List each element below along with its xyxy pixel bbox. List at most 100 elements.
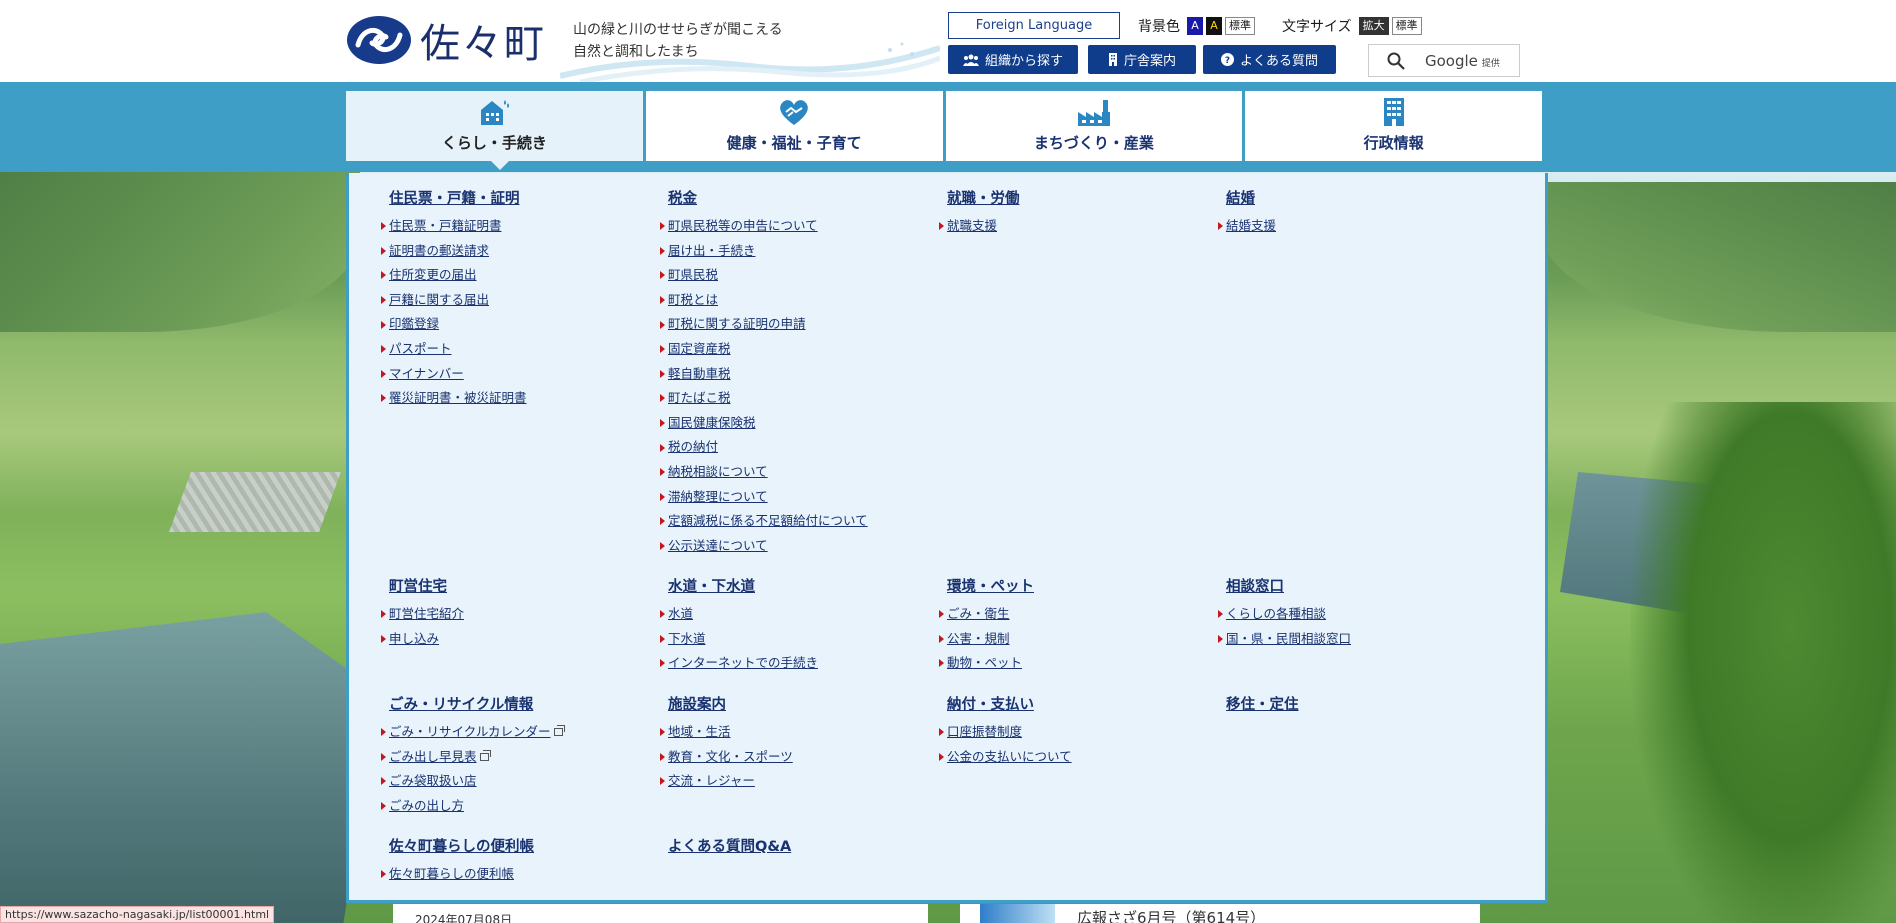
menu-link-text[interactable]: 国民健康保険税: [668, 411, 756, 436]
site-logo[interactable]: 佐々町: [346, 14, 568, 67]
menu-link[interactable]: 住民票・戸籍証明書: [381, 214, 651, 239]
menu-link[interactable]: 町税とは: [660, 288, 930, 313]
menu-link-text[interactable]: パスポート: [389, 337, 452, 362]
menu-link-text[interactable]: マイナンバー: [389, 362, 464, 387]
menu-link-text[interactable]: 住民票・戸籍証明書: [389, 214, 502, 239]
gnav-tab-admin[interactable]: 行政情報: [1245, 91, 1542, 161]
menu-link[interactable]: 公害・規制: [939, 627, 1209, 652]
menu-link-text[interactable]: 公金の支払いについて: [947, 745, 1072, 770]
menu-link-text[interactable]: 定額減税に係る不足額給付について: [668, 509, 868, 534]
font-standard-button[interactable]: 標準: [1391, 17, 1422, 35]
category-title[interactable]: 住民票・戸籍・証明: [389, 187, 651, 208]
menu-link-text[interactable]: ごみ袋取扱い店: [389, 769, 477, 794]
menu-link[interactable]: ごみ・リサイクルカレンダー: [381, 720, 651, 745]
bg-blue-button[interactable]: A: [1187, 17, 1203, 35]
menu-link-text[interactable]: 戸籍に関する届出: [389, 288, 489, 313]
foreign-language-button[interactable]: Foreign Language: [948, 12, 1120, 39]
bg-standard-button[interactable]: 標準: [1225, 17, 1255, 35]
menu-link-text[interactable]: 町県民税等の申告について: [668, 214, 818, 239]
faq-button[interactable]: ? よくある質問: [1203, 45, 1336, 74]
category-title[interactable]: 町営住宅: [389, 575, 651, 596]
menu-link[interactable]: 町県民税等の申告について: [660, 214, 930, 239]
menu-link-text[interactable]: 申し込み: [389, 627, 439, 652]
menu-link[interactable]: 町たばこ税: [660, 386, 930, 411]
menu-link[interactable]: 定額減税に係る不足額給付について: [660, 509, 930, 534]
menu-link-text[interactable]: ごみ・リサイクルカレンダー: [389, 720, 551, 745]
menu-link[interactable]: 口座振替制度: [939, 720, 1209, 745]
menu-link-text[interactable]: 罹災証明書・被災証明書: [389, 386, 527, 411]
menu-link-text[interactable]: 交流・レジャー: [668, 769, 755, 794]
category-title[interactable]: 結婚: [1226, 187, 1488, 208]
menu-link-text[interactable]: 教育・文化・スポーツ: [668, 745, 793, 770]
menu-link-text[interactable]: 佐々町暮らしの便利帳: [389, 862, 514, 887]
office-guide-button[interactable]: 庁舎案内: [1088, 45, 1196, 74]
menu-link[interactable]: 罹災証明書・被災証明書: [381, 386, 651, 411]
menu-link-text[interactable]: 公示送達について: [668, 534, 768, 559]
menu-link-text[interactable]: 届け出・手続き: [668, 239, 756, 264]
menu-link[interactable]: 証明書の郵送請求: [381, 239, 651, 264]
menu-link[interactable]: 国民健康保険税: [660, 411, 930, 436]
menu-link-text[interactable]: ごみの出し方: [389, 794, 464, 819]
category-title[interactable]: 納付・支払い: [947, 693, 1209, 714]
menu-link-text[interactable]: 町税に関する証明の申請: [668, 312, 806, 337]
menu-link[interactable]: 教育・文化・スポーツ: [660, 745, 930, 770]
category-title[interactable]: 佐々町暮らしの便利帳: [389, 835, 651, 856]
menu-link[interactable]: 印鑑登録: [381, 312, 651, 337]
menu-link[interactable]: 滞納整理について: [660, 485, 930, 510]
menu-link-text[interactable]: ごみ出し早見表: [389, 745, 477, 770]
category-title[interactable]: 環境・ペット: [947, 575, 1209, 596]
menu-link[interactable]: ごみ・衛生: [939, 602, 1209, 627]
menu-link[interactable]: 結婚支援: [1218, 214, 1488, 239]
menu-link[interactable]: くらしの各種相談: [1218, 602, 1488, 627]
menu-link-text[interactable]: 印鑑登録: [389, 312, 439, 337]
menu-link-text[interactable]: 町県民税: [668, 263, 718, 288]
menu-link-text[interactable]: 証明書の郵送請求: [389, 239, 489, 264]
menu-link-text[interactable]: 公害・規制: [947, 627, 1010, 652]
menu-link[interactable]: ごみ出し早見表: [381, 745, 651, 770]
gnav-tab-living[interactable]: くらし・手続き: [346, 91, 643, 161]
menu-link[interactable]: ごみ袋取扱い店: [381, 769, 651, 794]
menu-link-text[interactable]: 下水道: [668, 627, 706, 652]
search-by-organization-button[interactable]: 組織から探す: [948, 45, 1078, 74]
gnav-tab-health[interactable]: 健康・福祉・子育て: [645, 91, 943, 161]
menu-link[interactable]: 水道: [660, 602, 930, 627]
publication-card[interactable]: 広報さざ6月号（第614号）: [960, 904, 1480, 923]
gnav-tab-town[interactable]: まちづくり・産業: [945, 91, 1243, 161]
menu-link[interactable]: マイナンバー: [381, 362, 651, 387]
menu-link[interactable]: インターネットでの手続き: [660, 651, 930, 676]
menu-link-text[interactable]: 軽自動車税: [668, 362, 731, 387]
menu-link[interactable]: 公金の支払いについて: [939, 745, 1209, 770]
site-search-box[interactable]: Google 提供: [1368, 44, 1520, 77]
font-large-button[interactable]: 拡大: [1358, 17, 1389, 35]
menu-link-text[interactable]: 国・県・民間相談窓口: [1226, 627, 1351, 652]
menu-link[interactable]: 公示送達について: [660, 534, 930, 559]
menu-link[interactable]: 佐々町暮らしの便利帳: [381, 862, 651, 887]
menu-link-text[interactable]: 滞納整理について: [668, 485, 768, 510]
menu-link-text[interactable]: 動物・ペット: [947, 651, 1022, 676]
menu-link[interactable]: 交流・レジャー: [660, 769, 930, 794]
menu-link-text[interactable]: 町たばこ税: [668, 386, 731, 411]
news-card[interactable]: 2024年07月08日: [393, 904, 928, 923]
menu-link[interactable]: パスポート: [381, 337, 651, 362]
menu-link[interactable]: 町営住宅紹介: [381, 602, 651, 627]
category-title[interactable]: 就職・労働: [947, 187, 1209, 208]
menu-link[interactable]: 国・県・民間相談窓口: [1218, 627, 1488, 652]
menu-link[interactable]: 固定資産税: [660, 337, 930, 362]
menu-link-text[interactable]: 住所変更の届出: [389, 263, 477, 288]
menu-link[interactable]: 戸籍に関する届出: [381, 288, 651, 313]
bg-black-button[interactable]: A: [1206, 17, 1222, 35]
menu-link-text[interactable]: インターネットでの手続き: [668, 651, 818, 676]
category-title[interactable]: 水道・下水道: [668, 575, 930, 596]
menu-link-text[interactable]: 税の納付: [668, 435, 718, 460]
menu-link-text[interactable]: 地域・生活: [668, 720, 731, 745]
menu-link[interactable]: 動物・ペット: [939, 651, 1209, 676]
menu-link[interactable]: 就職支援: [939, 214, 1209, 239]
menu-link[interactable]: 町県民税: [660, 263, 930, 288]
menu-link[interactable]: 地域・生活: [660, 720, 930, 745]
category-title[interactable]: 相談窓口: [1226, 575, 1488, 596]
menu-link[interactable]: 町税に関する証明の申請: [660, 312, 930, 337]
menu-link-text[interactable]: 就職支援: [947, 214, 997, 239]
menu-link-text[interactable]: 町税とは: [668, 288, 718, 313]
menu-link-text[interactable]: 水道: [668, 602, 693, 627]
category-title[interactable]: よくある質問Q&A: [668, 835, 930, 856]
